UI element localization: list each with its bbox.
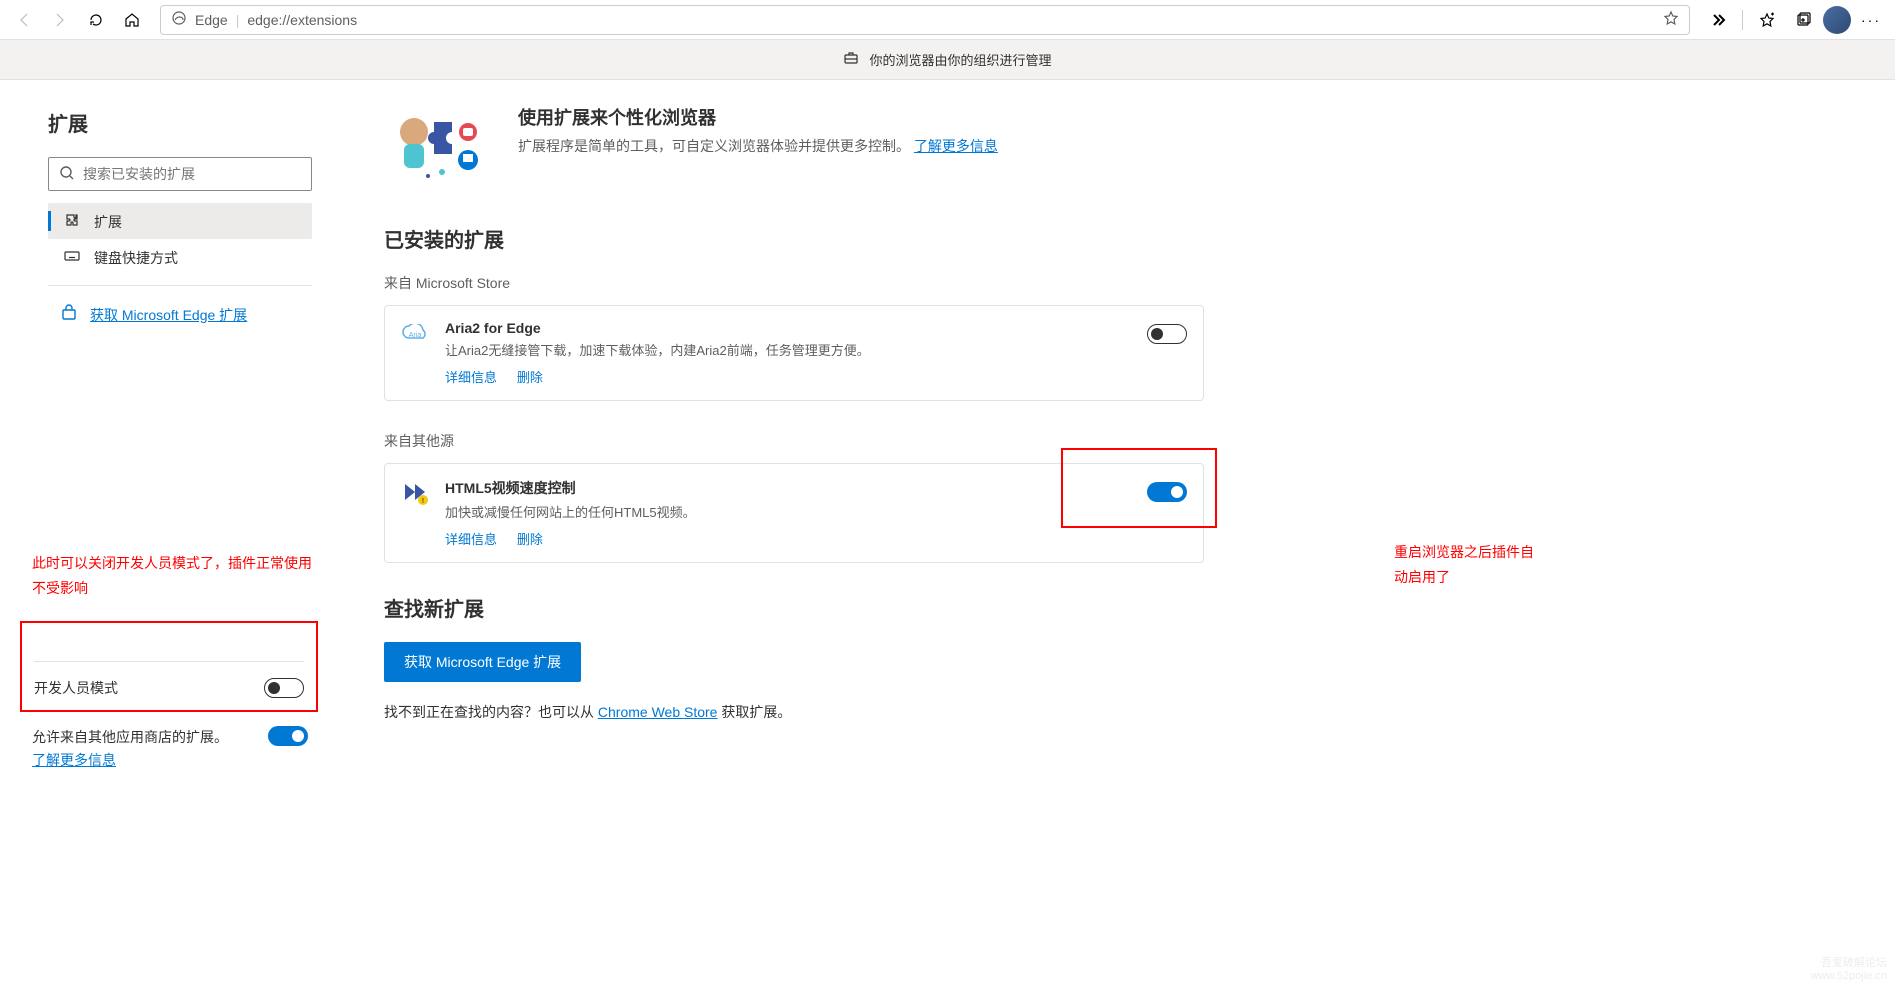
from-store-label: 来自 Microsoft Store bbox=[384, 273, 1855, 293]
ext-details-link[interactable]: 详细信息 bbox=[445, 370, 497, 385]
puzzle-icon bbox=[64, 211, 80, 231]
main-content: 使用扩展来个性化浏览器 扩展程序是简单的工具，可自定义浏览器体验并提供更多控制。… bbox=[344, 80, 1895, 991]
address-separator: | bbox=[236, 12, 240, 28]
get-extensions-button[interactable]: 获取 Microsoft Edge 扩展 bbox=[384, 642, 581, 682]
back-button[interactable] bbox=[8, 4, 40, 36]
sidebar-item-extensions[interactable]: 扩展 bbox=[48, 203, 312, 239]
browser-toolbar: Edge | edge://extensions ··· bbox=[0, 0, 1895, 40]
annotation-red-box-dev-mode: 开发人员模式 bbox=[20, 621, 318, 712]
address-url: edge://extensions bbox=[247, 12, 1655, 28]
toolbar-divider bbox=[1742, 10, 1743, 30]
sidebar-item-shortcuts[interactable]: 键盘快捷方式 bbox=[48, 239, 312, 275]
extensions-overflow-icon[interactable] bbox=[1702, 4, 1734, 36]
briefcase-icon bbox=[843, 50, 859, 69]
find-new-desc-suffix: 获取扩展。 bbox=[721, 704, 791, 720]
managed-banner-text: 你的浏览器由你的组织进行管理 bbox=[869, 50, 1051, 69]
svg-text:Aria: Aria bbox=[409, 332, 422, 339]
page-title: 扩展 bbox=[48, 108, 312, 137]
hero: 使用扩展来个性化浏览器 扩展程序是简单的工具，可自定义浏览器体验并提供更多控制。… bbox=[384, 104, 1855, 184]
address-site-label: Edge bbox=[195, 12, 228, 28]
hero-title: 使用扩展来个性化浏览器 bbox=[518, 104, 998, 130]
hero-illustration bbox=[384, 104, 494, 184]
dev-mode-toggle[interactable] bbox=[264, 678, 304, 698]
find-new-desc-prefix: 找不到正在查找的内容？也可以从 bbox=[384, 704, 598, 720]
forward-button[interactable] bbox=[44, 4, 76, 36]
profile-avatar[interactable] bbox=[1823, 6, 1851, 34]
collections-icon[interactable] bbox=[1787, 4, 1819, 36]
allow-other-stores-toggle[interactable] bbox=[268, 726, 308, 746]
get-edge-extensions-link[interactable]: 获取 Microsoft Edge 扩展 bbox=[90, 305, 247, 325]
search-input[interactable] bbox=[83, 166, 301, 182]
html5-speed-icon: ! bbox=[401, 478, 429, 506]
keyboard-icon bbox=[64, 247, 80, 267]
dev-mode-label: 开发人员模式 bbox=[34, 678, 118, 698]
from-other-label: 来自其他源 bbox=[384, 431, 1855, 451]
sidebar: 扩展 扩展 键盘快捷方式 获取 Microsoft Edge 扩展 bbox=[0, 80, 344, 991]
ext-details-link[interactable]: 详细信息 bbox=[445, 532, 497, 547]
ext-title: Aria2 for Edge bbox=[445, 320, 1131, 336]
allow-other-stores-label: 允许来自其他应用商店的扩展。 bbox=[32, 729, 228, 745]
ext-desc: 加快或减慢任何网站上的任何HTML5视频。 bbox=[445, 502, 1131, 521]
aria2-icon: Aria bbox=[401, 320, 429, 348]
more-menu-icon[interactable]: ··· bbox=[1855, 4, 1887, 36]
installed-heading: 已安装的扩展 bbox=[384, 224, 1855, 253]
store-icon bbox=[60, 304, 78, 325]
favorite-star-icon[interactable] bbox=[1663, 10, 1679, 29]
search-input-container[interactable] bbox=[48, 157, 312, 191]
find-new-heading: 查找新扩展 bbox=[384, 593, 1855, 622]
refresh-button[interactable] bbox=[80, 4, 112, 36]
extension-card-aria2: Aria Aria2 for Edge 让Aria2无缝接管下载，加速下载体验，… bbox=[384, 305, 1204, 401]
extension-card-html5-speed: ! HTML5视频速度控制 加快或减慢任何网站上的任何HTML5视频。 详细信息… bbox=[384, 463, 1204, 563]
ext-desc: 让Aria2无缝接管下载，加速下载体验，内建Aria2前端，任务管理更方便。 bbox=[445, 340, 1131, 359]
ext-title: HTML5视频速度控制 bbox=[445, 478, 1131, 498]
ext-remove-link[interactable]: 删除 bbox=[517, 532, 543, 547]
address-bar[interactable]: Edge | edge://extensions bbox=[160, 5, 1690, 35]
favorites-icon[interactable] bbox=[1751, 4, 1783, 36]
allow-other-stores-link[interactable]: 了解更多信息 bbox=[32, 752, 116, 768]
watermark: 吾爱破解论坛 www.52pojie.cn bbox=[1811, 957, 1887, 983]
sidebar-item-label: 键盘快捷方式 bbox=[94, 247, 178, 268]
chrome-web-store-link[interactable]: Chrome Web Store bbox=[598, 704, 718, 720]
search-icon bbox=[59, 165, 83, 184]
hero-desc: 扩展程序是简单的工具，可自定义浏览器体验并提供更多控制。 bbox=[518, 138, 910, 154]
svg-text:!: ! bbox=[422, 498, 424, 505]
edge-icon bbox=[171, 10, 187, 29]
hero-learn-more-link[interactable]: 了解更多信息 bbox=[914, 138, 998, 154]
sidebar-item-label: 扩展 bbox=[94, 211, 122, 232]
ext-toggle-aria2[interactable] bbox=[1147, 324, 1187, 344]
get-edge-extensions-link-wrapper: 获取 Microsoft Edge 扩展 bbox=[48, 296, 312, 325]
home-button[interactable] bbox=[116, 4, 148, 36]
annotation-dev-mode-note: 此时可以关闭开发人员模式了，插件正常使用不受影响 bbox=[32, 551, 312, 601]
ext-remove-link[interactable]: 删除 bbox=[517, 370, 543, 385]
managed-banner: 你的浏览器由你的组织进行管理 bbox=[0, 40, 1895, 80]
ext-toggle-html5-speed[interactable] bbox=[1147, 482, 1187, 502]
annotation-auto-enabled-note: 重启浏览器之后插件自动启用了 bbox=[1394, 540, 1534, 590]
